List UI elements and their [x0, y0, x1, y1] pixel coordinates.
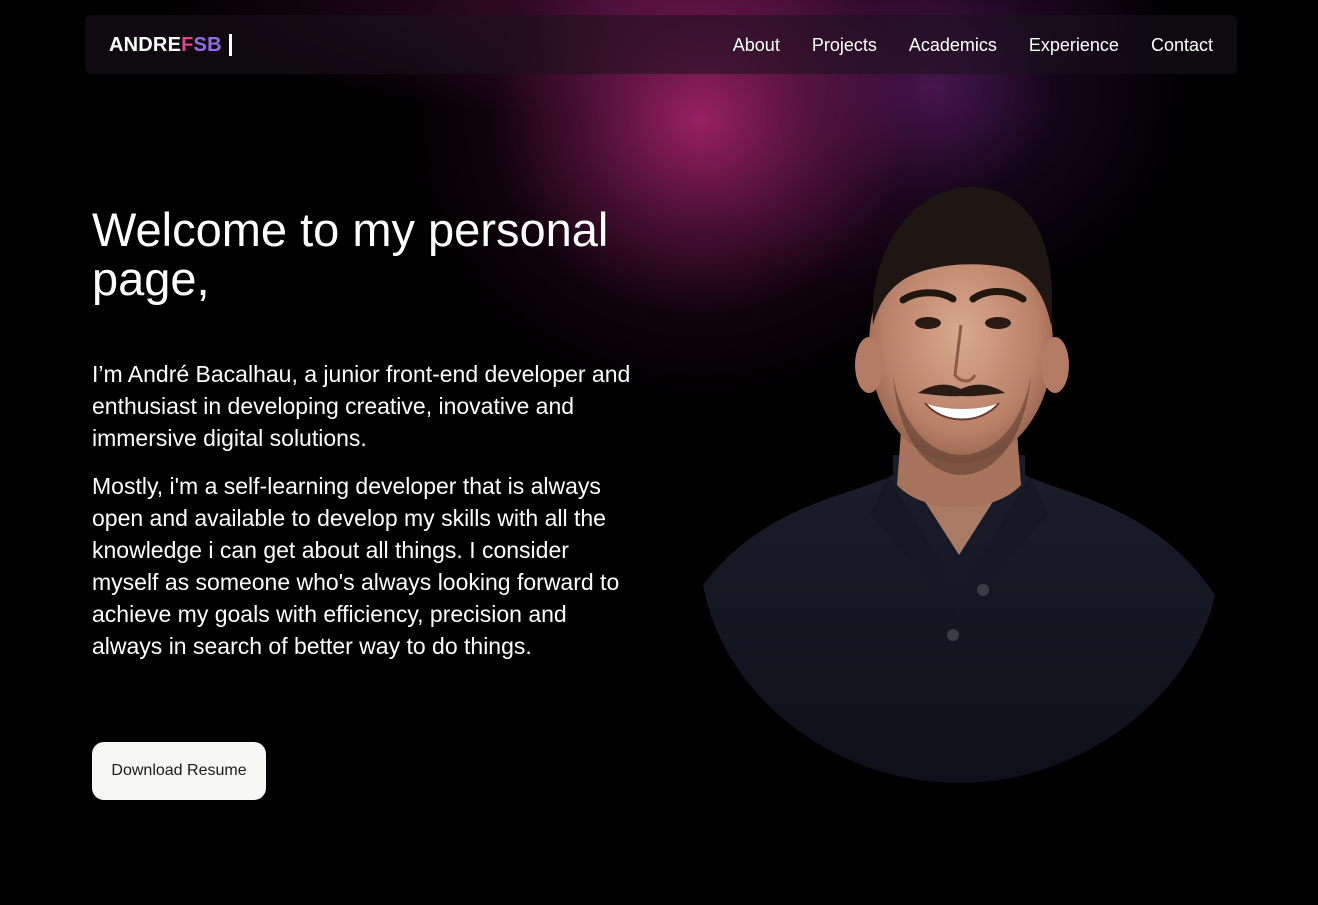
navbar: ANDREFSB About Projects Academics Experi… — [85, 15, 1237, 74]
brand-text-accent-purple: SB — [193, 34, 222, 56]
nav-link-contact[interactable]: Contact — [1151, 34, 1213, 56]
about-paragraph: Mostly, i'm a self-learning developer th… — [92, 473, 620, 659]
brand-text-accent-pink: F — [181, 34, 194, 56]
nav-link-academics[interactable]: Academics — [909, 34, 997, 56]
nav-link-projects[interactable]: Projects — [812, 34, 877, 56]
profile-photo — [703, 186, 1215, 783]
brand-logo[interactable]: ANDREFSB — [109, 34, 232, 56]
brand-text-main: ANDRE — [109, 34, 182, 56]
download-resume-button[interactable]: Download Resume — [92, 742, 266, 800]
nav-links: About Projects Academics Experience Cont… — [733, 34, 1213, 56]
page: ANDREFSB About Projects Academics Experi… — [0, 0, 1318, 905]
hero-title: Welcome to my personal page, — [92, 203, 609, 305]
nav-link-about[interactable]: About — [733, 34, 780, 56]
intro-paragraph: I’m André Bacalhau, a junior front-end d… — [92, 361, 631, 451]
typing-cursor — [228, 34, 232, 56]
nav-link-experience[interactable]: Experience — [1029, 34, 1119, 56]
